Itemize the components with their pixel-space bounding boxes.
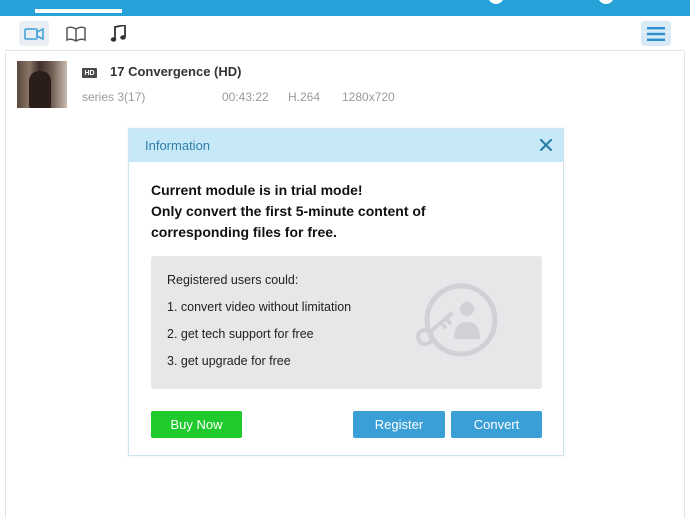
file-list-item[interactable]: HD 17 Convergence (HD) series 3(17) 00:4…: [6, 52, 684, 110]
benefit-item: 2. get tech support for free: [167, 327, 314, 341]
window-control-button[interactable]: [488, 0, 504, 4]
file-codec: H.264: [288, 90, 321, 104]
ebook-tab[interactable]: [61, 21, 91, 46]
video-thumbnail: [17, 61, 67, 108]
file-series: series 3(17): [82, 90, 146, 104]
information-dialog: Information Current module is in trial m…: [128, 128, 564, 456]
music-tab[interactable]: [103, 21, 133, 46]
dialog-title: Information: [145, 138, 211, 153]
buy-now-button[interactable]: Buy Now: [151, 411, 242, 438]
video-icon: [24, 27, 44, 40]
register-button[interactable]: Register: [353, 411, 445, 438]
registered-user-key-icon: [416, 283, 498, 357]
book-icon: [66, 25, 86, 42]
title-bar: [0, 0, 690, 16]
main-menu-button[interactable]: [641, 21, 671, 46]
close-icon: [540, 139, 552, 151]
benefits-panel: Registered users could: 1. convert video…: [151, 256, 542, 389]
hamburger-menu-icon: [647, 26, 665, 41]
music-icon: [110, 24, 126, 42]
window-control-button[interactable]: [598, 0, 614, 4]
video-tab[interactable]: [19, 21, 49, 46]
active-tab-indicator: [35, 9, 122, 13]
trial-message-line: Current module is in trial mode!: [151, 182, 363, 198]
dialog-close-button[interactable]: [537, 136, 555, 154]
benefit-item: 1. convert video without limitation: [167, 300, 352, 314]
convert-button[interactable]: Convert: [451, 411, 542, 438]
file-duration: 00:43:22: [222, 90, 269, 104]
file-resolution: 1280x720: [342, 90, 395, 104]
trial-message-line: Only convert the first 5-minute content …: [151, 203, 426, 219]
trial-message-line: corresponding files for free.: [151, 224, 337, 240]
benefit-item: 3. get upgrade for free: [167, 354, 291, 368]
toolbar: [5, 16, 685, 51]
file-title: 17 Convergence (HD): [110, 64, 242, 79]
trial-message: Current module is in trial mode! Only co…: [151, 180, 551, 243]
hd-badge: HD: [82, 68, 97, 78]
dialog-header: Information: [129, 129, 563, 162]
benefits-heading: Registered users could:: [167, 273, 299, 287]
